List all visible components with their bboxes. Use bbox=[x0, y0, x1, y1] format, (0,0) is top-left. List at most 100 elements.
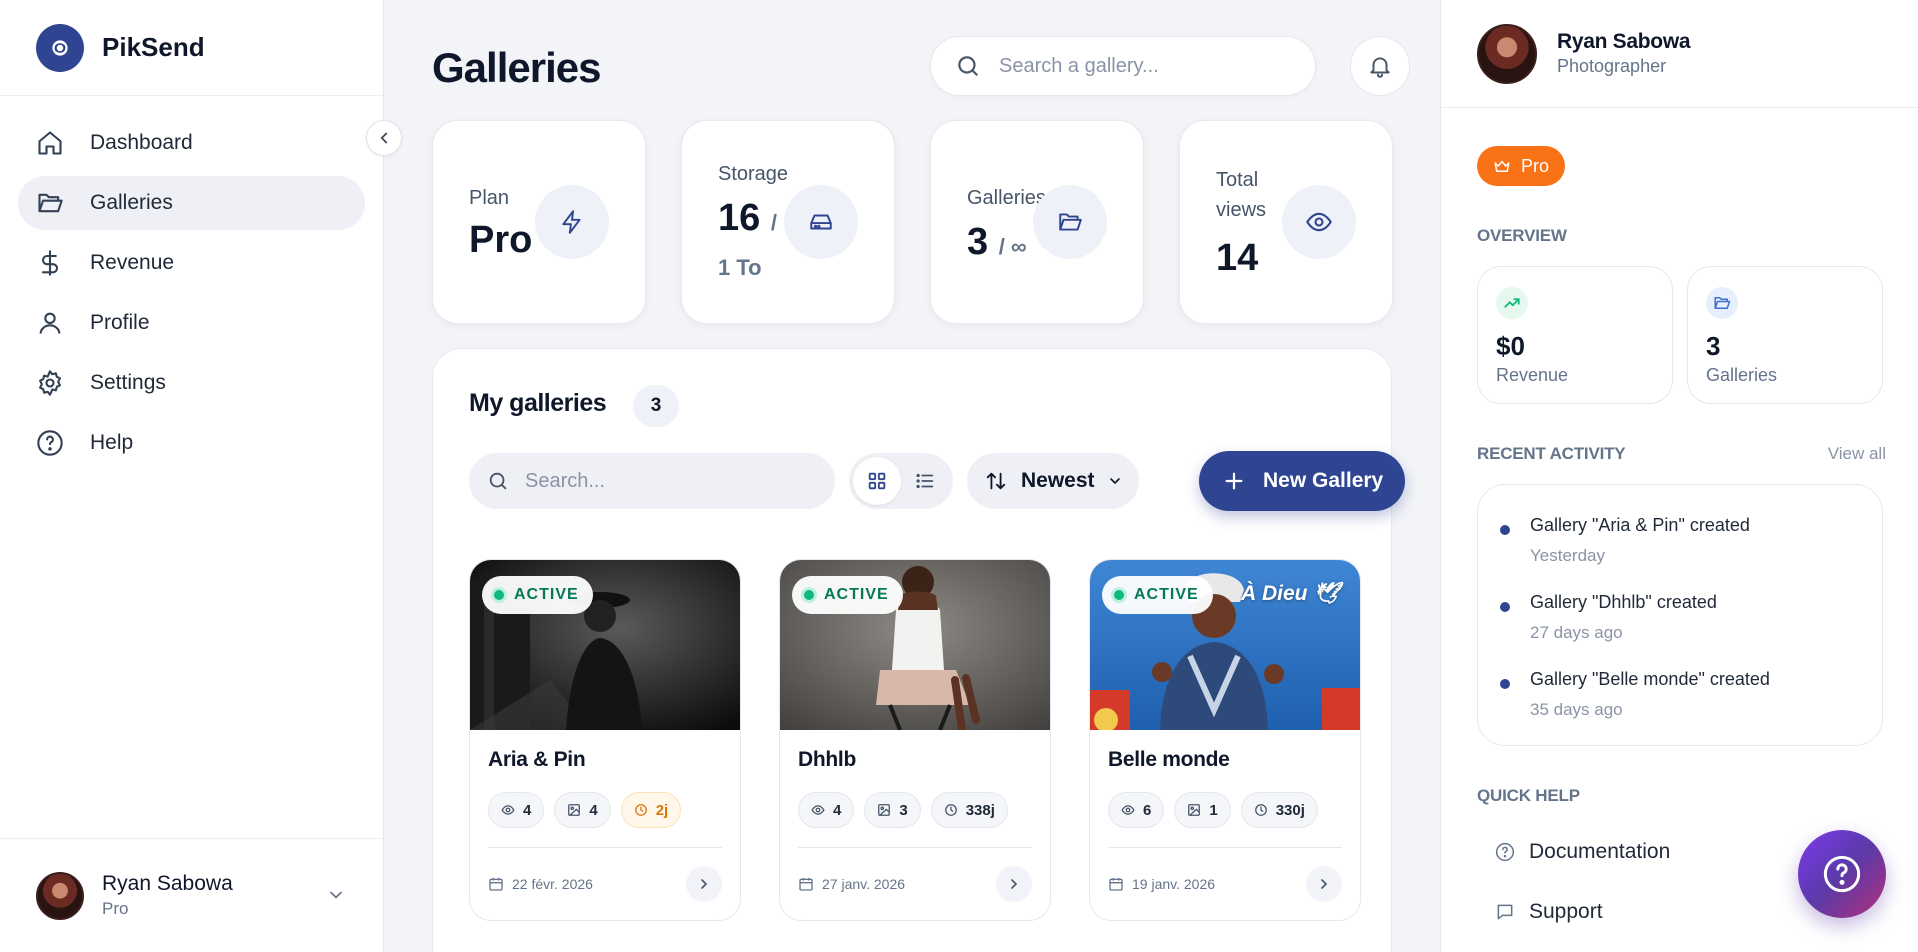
bolt-icon bbox=[535, 185, 609, 259]
gallery-date: 22 févr. 2026 bbox=[488, 876, 593, 892]
stat-label: Galleries bbox=[967, 187, 1046, 209]
help-circle-icon bbox=[1495, 842, 1515, 862]
gallery-thumbnail: ACTIVE bbox=[780, 560, 1050, 730]
overview-card-galleries: 3 Galleries bbox=[1687, 266, 1883, 404]
help-item-label: Support bbox=[1529, 900, 1603, 923]
sidebar-item-help[interactable]: Help bbox=[18, 416, 365, 470]
sidebar-item-label: Dashboard bbox=[90, 131, 193, 154]
user-name: Ryan Sabowa bbox=[102, 872, 233, 895]
activity-item: Gallery "Aria & Pin" created Yesterday bbox=[1500, 515, 1750, 566]
sort-label: Newest bbox=[1021, 469, 1095, 492]
chevron-right-icon bbox=[1321, 879, 1328, 889]
stat-card-storage: Storage 16 / 1 To bbox=[681, 120, 895, 324]
grid-view-button[interactable] bbox=[853, 457, 901, 505]
overview-value: $0 bbox=[1496, 331, 1525, 361]
image-icon bbox=[568, 804, 581, 816]
avatar bbox=[36, 871, 84, 920]
help-fab-button[interactable] bbox=[1798, 830, 1886, 918]
open-gallery-button[interactable] bbox=[1306, 866, 1342, 902]
sidebar: PikSend Dashboard Galleries Revenue Prof… bbox=[0, 0, 384, 952]
search-icon bbox=[958, 56, 978, 76]
date-text: 27 janv. 2026 bbox=[822, 876, 906, 892]
gallery-filter-search[interactable] bbox=[469, 453, 835, 509]
support-link[interactable]: Support bbox=[1495, 900, 1603, 924]
gallery-title: Belle monde bbox=[1108, 748, 1230, 771]
list-view-button[interactable] bbox=[901, 457, 949, 505]
folder-open-icon bbox=[1706, 287, 1738, 319]
eye-icon bbox=[1282, 185, 1356, 259]
user-name: Ryan Sabowa bbox=[1557, 30, 1691, 53]
help-item-label: Documentation bbox=[1529, 840, 1671, 863]
sidebar-nav: Dashboard Galleries Revenue Profile Sett… bbox=[0, 96, 383, 470]
date-text: 22 févr. 2026 bbox=[512, 876, 593, 892]
photos-count: 4 bbox=[589, 801, 598, 819]
expiry-chip: 2j bbox=[620, 792, 682, 828]
eye-icon bbox=[811, 805, 825, 815]
photos-count: 3 bbox=[899, 801, 908, 819]
stat-value: 3 bbox=[967, 221, 989, 263]
brand[interactable]: PikSend bbox=[0, 0, 383, 96]
gallery-search-input[interactable] bbox=[999, 54, 1299, 78]
divider bbox=[798, 847, 1032, 848]
open-gallery-button[interactable] bbox=[686, 866, 722, 902]
status-label: ACTIVE bbox=[514, 586, 579, 603]
calendar-icon bbox=[1109, 878, 1123, 891]
expiry-value: 330j bbox=[1275, 801, 1305, 819]
new-gallery-label: New Gallery bbox=[1263, 469, 1384, 492]
status-dot bbox=[804, 590, 814, 600]
expiry-chip: 330j bbox=[1240, 792, 1318, 828]
sidebar-item-dashboard[interactable]: Dashboard bbox=[18, 116, 365, 170]
activity-dot bbox=[1500, 602, 1510, 612]
status-label: ACTIVE bbox=[824, 586, 889, 603]
gallery-thumbnail: ACTIVE bbox=[470, 560, 740, 730]
open-gallery-button[interactable] bbox=[996, 866, 1032, 902]
sort-dropdown[interactable]: Newest bbox=[967, 453, 1139, 509]
notifications-button[interactable] bbox=[1350, 36, 1410, 96]
activity-item: Gallery "Belle monde" created 35 days ag… bbox=[1500, 669, 1770, 720]
divider bbox=[1108, 847, 1342, 848]
activity-time: 27 days ago bbox=[1530, 623, 1623, 642]
eye-icon bbox=[501, 805, 515, 815]
sidebar-item-galleries[interactable]: Galleries bbox=[18, 176, 365, 230]
stat-value: 14 bbox=[1216, 237, 1259, 279]
sidebar-item-profile[interactable]: Profile bbox=[18, 296, 365, 350]
views-count: 6 bbox=[1143, 801, 1152, 819]
view-all-activity-link[interactable]: View all bbox=[1828, 444, 1886, 464]
chevron-down-icon bbox=[1109, 478, 1120, 485]
overview-label: Galleries bbox=[1706, 365, 1778, 385]
bell-icon bbox=[1370, 57, 1390, 78]
sidebar-item-label: Revenue bbox=[90, 251, 175, 274]
stat-card-plan: Plan Pro bbox=[432, 120, 646, 324]
new-gallery-button[interactable]: New Gallery bbox=[1199, 451, 1405, 511]
divider bbox=[488, 847, 722, 848]
gallery-filter-input[interactable] bbox=[525, 469, 815, 493]
sidebar-item-settings[interactable]: Settings bbox=[18, 356, 365, 410]
views-count: 4 bbox=[523, 801, 532, 819]
stat-value: Pro bbox=[469, 219, 533, 261]
sidebar-item-label: Help bbox=[90, 431, 134, 454]
sidebar-user-menu[interactable]: Ryan Sabowa Pro bbox=[0, 838, 384, 952]
page-title: Galleries bbox=[432, 44, 601, 91]
thumbnail-caption: À Dieu 🕊 bbox=[1240, 582, 1340, 605]
collapse-sidebar-button[interactable] bbox=[366, 120, 402, 156]
gear-icon bbox=[39, 370, 61, 396]
sidebar-item-label: Settings bbox=[90, 371, 166, 394]
profile-header[interactable]: Ryan Sabowa Photographer bbox=[1441, 0, 1918, 108]
plan-badge-label: Pro bbox=[1521, 155, 1550, 176]
gallery-card[interactable]: ACTIVE Dhhlb 4 3 338j 27 janv. 2026 bbox=[779, 559, 1051, 921]
views-count: 4 bbox=[833, 801, 842, 819]
documentation-link[interactable]: Documentation bbox=[1495, 840, 1670, 864]
activity-dot bbox=[1500, 525, 1510, 535]
stat-card-galleries: Galleries 3 / ∞ bbox=[930, 120, 1144, 324]
sidebar-item-revenue[interactable]: Revenue bbox=[18, 236, 365, 290]
gallery-card[interactable]: ACTIVE Aria & Pin 4 4 2j 22 févr. 2026 bbox=[469, 559, 741, 921]
status-badge: ACTIVE bbox=[482, 576, 593, 614]
grid-icon bbox=[868, 472, 886, 490]
section-heading: RECENT ACTIVITY bbox=[1477, 444, 1626, 463]
activity-item: Gallery "Dhhlb" created 27 days ago bbox=[1500, 592, 1717, 643]
activity-time: 35 days ago bbox=[1530, 700, 1623, 719]
date-text: 19 janv. 2026 bbox=[1132, 876, 1216, 892]
gallery-search-bar[interactable] bbox=[930, 36, 1316, 96]
gallery-count-badge: 3 bbox=[633, 385, 679, 427]
gallery-card[interactable]: ACTIVE À Dieu 🕊 Belle monde 6 1 330j 19 … bbox=[1089, 559, 1361, 921]
